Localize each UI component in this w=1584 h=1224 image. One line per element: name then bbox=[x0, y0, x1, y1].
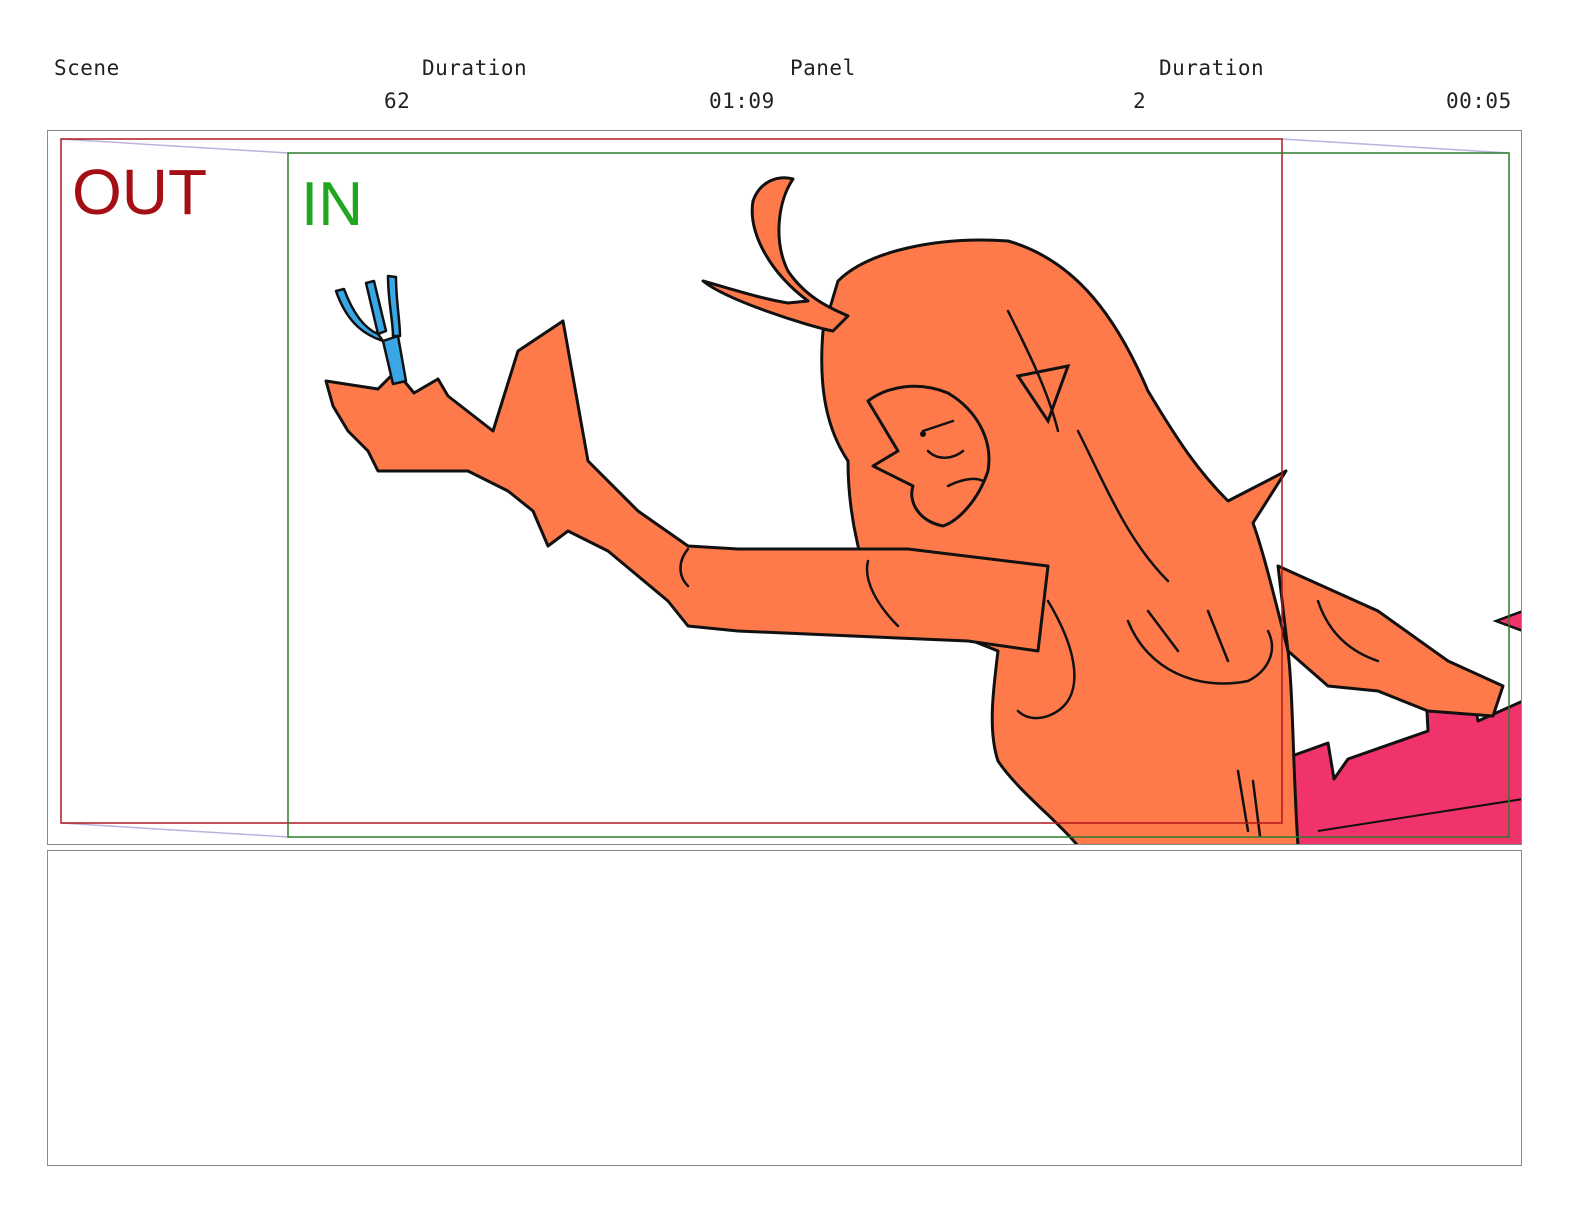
panel-notes-box[interactable] bbox=[47, 850, 1522, 1166]
panel-duration-label: Duration bbox=[1159, 56, 1265, 80]
scene-duration-value: 01:09 bbox=[709, 89, 775, 113]
scene-number: 62 bbox=[384, 89, 411, 113]
camera-in-label: IN bbox=[301, 170, 363, 239]
scene-duration-label: Duration bbox=[422, 56, 528, 80]
scene-label: Scene bbox=[54, 56, 120, 80]
panel-duration-value: 00:05 bbox=[1446, 89, 1512, 113]
fork-icon bbox=[334, 274, 408, 386]
panel-number: 2 bbox=[1133, 89, 1147, 113]
panel-label: Panel bbox=[790, 56, 856, 80]
panel-drawing bbox=[60, 138, 1521, 844]
storyboard-panel[interactable]: OUT IN bbox=[47, 130, 1522, 845]
camera-out-label: OUT bbox=[72, 156, 208, 228]
